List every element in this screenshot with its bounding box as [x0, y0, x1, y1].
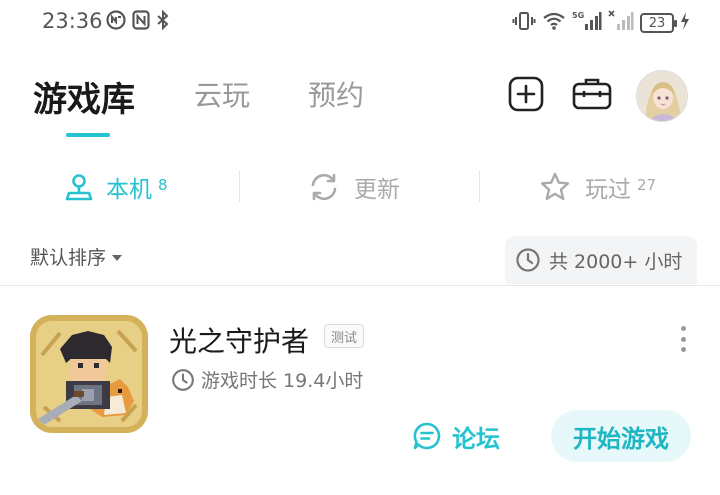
battery-indicator: 23: [640, 13, 677, 33]
vibrate-icon: [512, 11, 536, 35]
nfc-icon: [132, 10, 150, 34]
status-right-icons: 5G 23: [512, 10, 690, 36]
forum-label: 论坛: [452, 424, 500, 453]
wifi-icon: [542, 11, 566, 35]
subtab-updates-label: 更新: [354, 177, 400, 203]
tab-cloud-play[interactable]: 云玩: [194, 74, 250, 114]
total-playtime-badge: 共 2000+ 小时: [505, 236, 697, 284]
active-tab-indicator: [66, 133, 110, 137]
status-time: 23:36: [42, 9, 103, 33]
subtab-local-count: 8: [158, 176, 168, 194]
sort-dropdown[interactable]: 默认排序: [30, 243, 123, 270]
signal-weak-icon: [608, 10, 634, 36]
add-icon: [508, 76, 544, 112]
game-playtime-text: 游戏时长 19.4小时: [201, 370, 364, 392]
star-icon: [540, 172, 570, 200]
avatar-illustration: [637, 71, 687, 121]
toolbox-button[interactable]: [572, 76, 612, 112]
game-title: 光之守护者: [169, 325, 310, 358]
local-device-icon: [65, 174, 93, 201]
game-artwork: [30, 315, 148, 433]
clock-icon: [516, 248, 540, 272]
subtab-played-count: 27: [637, 176, 657, 194]
chevron-down-icon: [112, 254, 123, 261]
more-options-button[interactable]: [676, 326, 690, 352]
tab-reservations[interactable]: 预约: [308, 74, 364, 114]
vpn-icon: [106, 10, 126, 34]
sort-label: 默认排序: [30, 247, 107, 269]
toolbox-icon: [572, 78, 612, 110]
refresh-icon: [311, 173, 337, 201]
section-divider: [0, 285, 720, 286]
subtab-updates[interactable]: 更新: [308, 170, 400, 204]
subtab-played-label: 玩过: [585, 177, 631, 203]
game-tag: 测试: [324, 324, 365, 348]
tab-game-library[interactable]: 游戏库: [33, 72, 135, 121]
add-button[interactable]: [508, 76, 544, 112]
status-left-icons: [106, 9, 170, 34]
game-playtime: 游戏时长 19.4小时: [171, 366, 363, 393]
game-icon[interactable]: [30, 315, 148, 433]
forum-button[interactable]: 论坛: [412, 418, 500, 454]
bluetooth-icon: [156, 9, 170, 34]
avatar[interactable]: [636, 70, 688, 122]
subtab-played[interactable]: 玩过 27: [539, 170, 656, 204]
subtab-divider: [239, 170, 240, 202]
total-playtime-text: 共 2000+ 小时: [549, 250, 683, 273]
status-bar: 23:36 5G 23: [0, 0, 720, 44]
subtab-local-label: 本机: [106, 177, 152, 203]
subtab-local[interactable]: 本机 8: [64, 170, 168, 204]
more-dot-icon: [680, 326, 686, 331]
svg-text:5G: 5G: [572, 11, 584, 20]
more-dot-icon: [680, 336, 686, 342]
more-dot-icon: [680, 347, 686, 352]
clock-icon: [172, 368, 194, 391]
signal-5g-icon: 5G: [572, 10, 602, 36]
charging-icon: [680, 11, 690, 35]
subtab-divider: [479, 170, 480, 202]
start-game-button[interactable]: 开始游戏: [551, 410, 691, 462]
forum-icon: [413, 422, 441, 450]
